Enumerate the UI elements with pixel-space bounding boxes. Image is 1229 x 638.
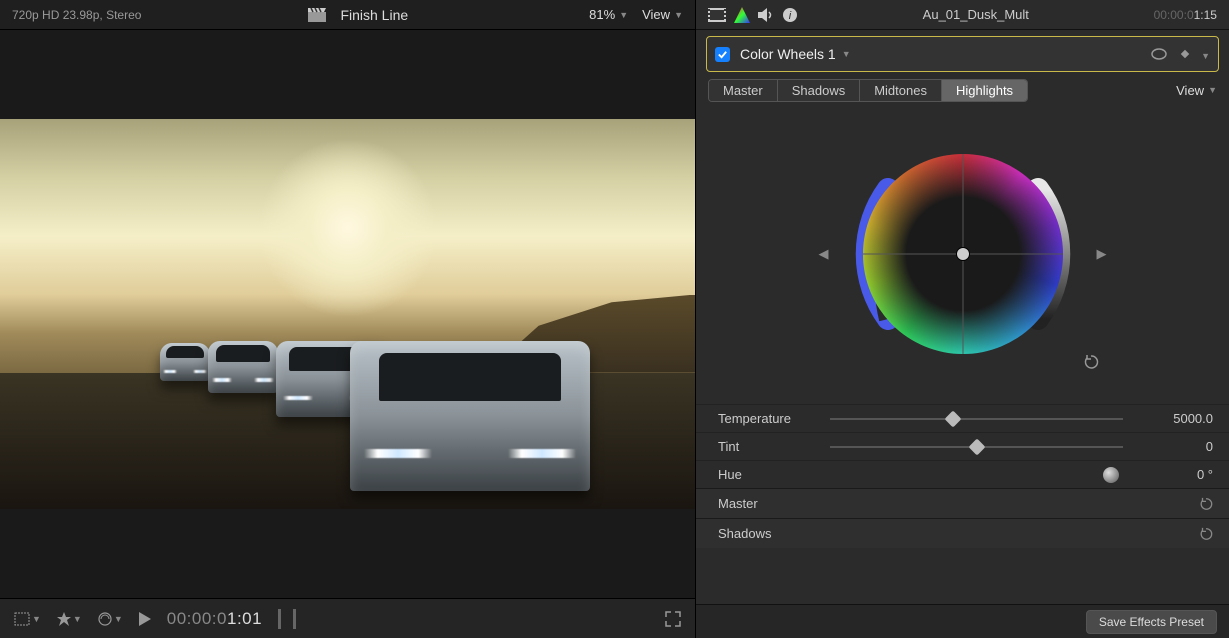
master-reset-icon[interactable] (1199, 497, 1213, 511)
tab-shadows[interactable]: Shadows (778, 80, 860, 101)
correction-bar: Color Wheels 1▼ ▼ (706, 36, 1219, 72)
wheel-reset-icon[interactable] (1083, 354, 1099, 370)
tint-slider[interactable] (830, 446, 1123, 448)
viewer-header: 720p HD 23.98p, Stereo Finish Line 81%▼ … (0, 0, 695, 30)
tab-midtones[interactable]: Midtones (860, 80, 942, 101)
transport-bar: ▼ ▼ ▼ 00:00:01:01 (0, 598, 695, 638)
tab-highlights[interactable]: Highlights (942, 80, 1027, 101)
temperature-value[interactable]: 5000.0 (1143, 411, 1213, 426)
param-tint: Tint 0 (696, 432, 1229, 460)
clapper-icon[interactable] (308, 8, 326, 22)
color-inspector-icon[interactable] (734, 7, 750, 23)
audio-inspector-icon[interactable] (758, 8, 774, 22)
zoom-dropdown[interactable]: 81%▼ (589, 7, 628, 22)
brightness-slider-handle[interactable]: ▶ (1097, 246, 1107, 262)
inspector-header: i Au_01_Dusk_Mult 00:00:01:15 (696, 0, 1229, 30)
video-inspector-icon[interactable] (708, 8, 726, 22)
temperature-slider[interactable] (830, 418, 1123, 420)
effects-dropdown[interactable]: ▼ (57, 612, 82, 626)
color-wheel-puck[interactable] (957, 248, 969, 260)
correction-enable-checkbox[interactable] (715, 47, 730, 62)
retime-dropdown[interactable]: ▼ (98, 612, 123, 626)
keyframe-icon[interactable] (1179, 48, 1191, 60)
tab-master[interactable]: Master (709, 80, 778, 101)
saturation-slider-handle[interactable]: ◀ (819, 246, 829, 262)
color-wheel-area: ◀ ▶ (696, 104, 1229, 404)
viewer-canvas[interactable] (0, 30, 695, 598)
inspector-footer: Save Effects Preset (696, 604, 1229, 638)
mask-icon[interactable] (1149, 47, 1169, 61)
hue-label: Hue (718, 467, 818, 482)
wheel-tabs: Master Shadows Midtones Highlights View▼ (696, 76, 1229, 104)
inspector-timecode: 00:00:01:15 (1154, 8, 1217, 22)
section-master[interactable]: Master (696, 488, 1229, 518)
format-label: 720p HD 23.98p, Stereo (12, 8, 141, 22)
audio-meter-icon (278, 609, 296, 629)
inspector-view-dropdown[interactable]: View▼ (1176, 83, 1217, 98)
section-shadows[interactable]: Shadows (696, 518, 1229, 548)
temperature-label: Temperature (718, 411, 818, 426)
tint-label: Tint (718, 439, 818, 454)
clip-appearance-dropdown[interactable]: ▼ (14, 612, 41, 626)
shadows-reset-icon[interactable] (1199, 527, 1213, 541)
hue-value[interactable]: 0 ° (1143, 467, 1213, 482)
video-frame (0, 119, 695, 509)
timecode-display[interactable]: 00:00:01:01 (167, 609, 262, 629)
inspector-clip-name: Au_01_Dusk_Mult (923, 7, 1029, 22)
param-temperature: Temperature 5000.0 (696, 404, 1229, 432)
info-inspector-icon[interactable]: i (782, 7, 798, 23)
fullscreen-button[interactable] (665, 611, 681, 627)
tint-value[interactable]: 0 (1143, 439, 1213, 454)
param-hue: Hue 0 ° (696, 460, 1229, 488)
save-effects-preset-button[interactable]: Save Effects Preset (1086, 610, 1217, 634)
keyframe-menu-chevron-icon[interactable]: ▼ (1201, 47, 1210, 62)
play-button[interactable] (139, 612, 151, 626)
view-dropdown[interactable]: View▼ (642, 7, 683, 22)
hue-dial[interactable] (1103, 467, 1119, 483)
correction-name-dropdown[interactable]: Color Wheels 1▼ (740, 46, 851, 62)
clip-title: Finish Line (340, 7, 408, 23)
